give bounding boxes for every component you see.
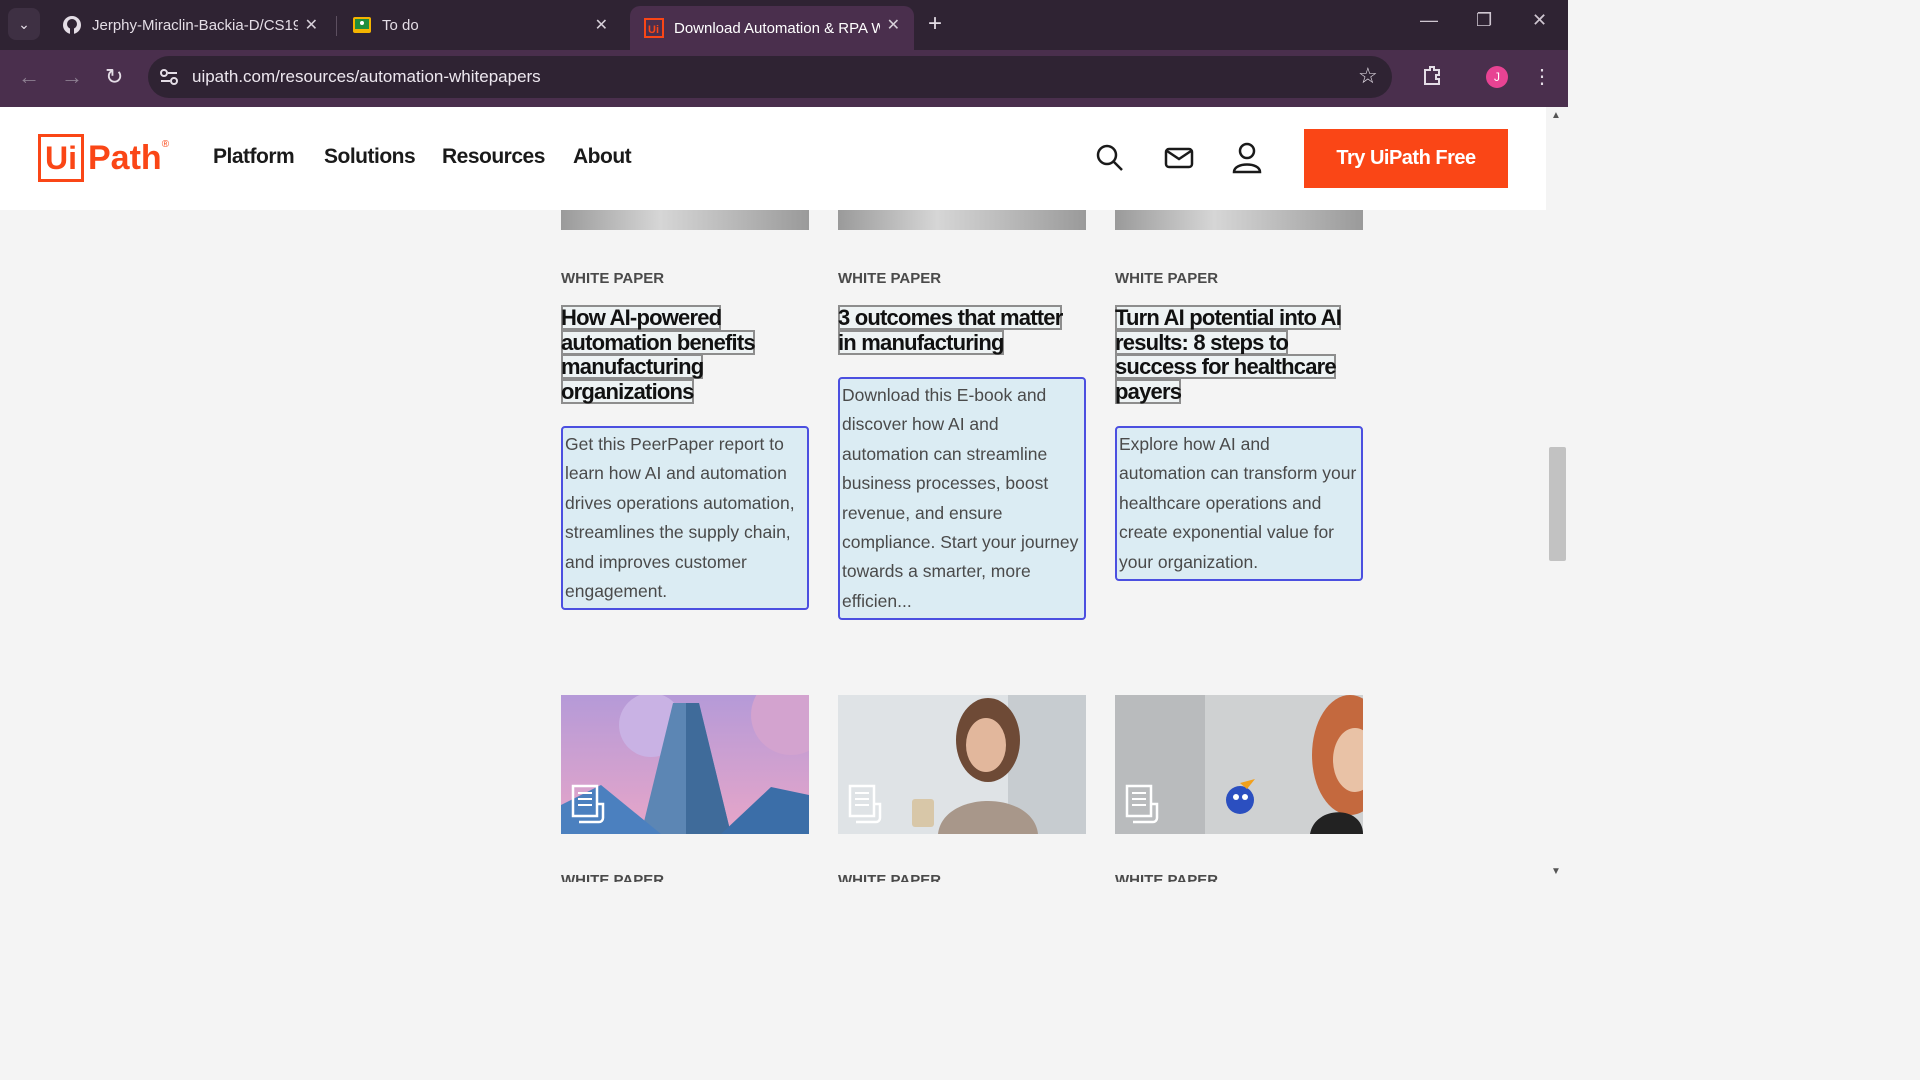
card-description: Get this PeerPaper report to learn how A…	[561, 426, 809, 611]
github-icon	[62, 15, 82, 35]
card-title[interactable]: Turn AI potential into AI results: 8 ste…	[1115, 305, 1365, 404]
card-title-line: How AI-powered	[561, 305, 722, 330]
forward-button[interactable]: →	[61, 64, 83, 90]
document-icon	[571, 784, 607, 824]
card-description: Explore how AI and automation can transf…	[1115, 426, 1363, 582]
card-kicker: WHITE PAPER	[1115, 872, 1219, 882]
window-close-icon[interactable]: ✕	[1532, 10, 1547, 31]
tab-github[interactable]: Jerphy-Miraclin-Backia-D/CS19 ✕	[48, 6, 332, 44]
card-title-line: 3 outcomes that matter	[838, 305, 1063, 330]
profile-avatar[interactable]: J	[1486, 66, 1508, 88]
url-text[interactable]: uipath.com/resources/automation-whitepap…	[192, 67, 541, 87]
card-title-line: payers	[1115, 378, 1182, 404]
card-kicker: WHITE PAPER	[838, 270, 942, 287]
tab-uipath-active[interactable]: Ui Download Automation & RPA W ✕	[630, 6, 914, 50]
logo-registered-mark: ®	[161, 138, 170, 150]
card-description: Download this E-book and discover how AI…	[838, 377, 1086, 621]
card-kicker: WHITE PAPER	[561, 872, 665, 882]
tab-title: Download Automation & RPA W	[674, 19, 880, 37]
card-title-line: in manufacturing	[838, 329, 1004, 355]
close-icon[interactable]: ✕	[887, 15, 900, 35]
card-title-line: organizations	[561, 378, 694, 404]
close-icon[interactable]: ✕	[595, 15, 608, 35]
card-title-line: results: 8 steps to	[1115, 329, 1289, 355]
reload-button[interactable]: ↻	[105, 64, 123, 90]
svg-text:Ui: Ui	[648, 24, 659, 36]
new-tab-button[interactable]: +	[928, 10, 942, 38]
nav-about[interactable]: About	[573, 145, 632, 169]
card-title-line: success for healthcare	[1115, 354, 1337, 379]
mail-icon[interactable]	[1164, 146, 1194, 175]
google-classroom-icon	[352, 15, 372, 35]
card-title[interactable]: 3 outcomes that matter in manufacturing	[838, 305, 1088, 355]
card-kicker: WHITE PAPER	[561, 270, 665, 287]
extensions-icon[interactable]	[1421, 64, 1443, 91]
card-image-smiling-woman-robot[interactable]	[1115, 695, 1363, 834]
uipath-logo[interactable]: Ui Path ®	[38, 134, 169, 182]
logo-text: Path	[88, 138, 162, 177]
browser-menu-icon[interactable]: ⋮	[1532, 64, 1552, 89]
site-settings-icon[interactable]	[158, 66, 180, 88]
scroll-up-arrow-icon[interactable]: ▲	[1551, 110, 1561, 121]
back-button[interactable]: ←	[18, 64, 40, 90]
card-title[interactable]: How AI-powered automation benefits manuf…	[561, 305, 811, 404]
try-uipath-free-button[interactable]: Try UiPath Free	[1304, 129, 1508, 188]
card-image-woman-with-phone[interactable]	[838, 695, 1086, 834]
scrollbar-thumb[interactable]	[1549, 447, 1566, 561]
card-image[interactable]	[1115, 210, 1363, 230]
nav-resources[interactable]: Resources	[442, 145, 545, 169]
document-icon	[1125, 784, 1161, 824]
close-icon[interactable]: ✕	[305, 15, 318, 35]
nav-solutions[interactable]: Solutions	[324, 145, 416, 169]
card-kicker: WHITE PAPER	[838, 872, 942, 882]
bookmark-star-icon[interactable]: ☆	[1358, 63, 1378, 89]
uipath-favicon-icon: Ui	[644, 18, 664, 38]
card-image[interactable]	[838, 210, 1086, 230]
card-title-line: Turn AI potential into AI	[1115, 305, 1342, 330]
tab-title: Jerphy-Miraclin-Backia-D/CS19	[92, 16, 298, 34]
minimize-icon[interactable]: —	[1420, 10, 1438, 31]
card-title-line: manufacturing	[561, 354, 704, 379]
card-image[interactable]	[561, 210, 809, 230]
search-icon[interactable]	[1095, 143, 1125, 178]
card-title-line: automation benefits	[561, 329, 756, 355]
tab-todo[interactable]: To do ✕	[338, 6, 622, 44]
card-image-skyscraper[interactable]	[561, 695, 809, 834]
document-icon	[848, 784, 884, 824]
user-account-icon[interactable]	[1232, 142, 1262, 179]
scroll-down-arrow-icon[interactable]: ▼	[1551, 866, 1561, 877]
tab-separator	[336, 16, 337, 36]
tab-title: To do	[382, 16, 419, 34]
nav-platform[interactable]: Platform	[213, 145, 295, 169]
logo-boxed-text: Ui	[38, 134, 84, 182]
tab-search-button[interactable]: ⌄	[8, 8, 40, 40]
card-kicker: WHITE PAPER	[1115, 270, 1219, 287]
restore-icon[interactable]: ❐	[1476, 10, 1492, 31]
